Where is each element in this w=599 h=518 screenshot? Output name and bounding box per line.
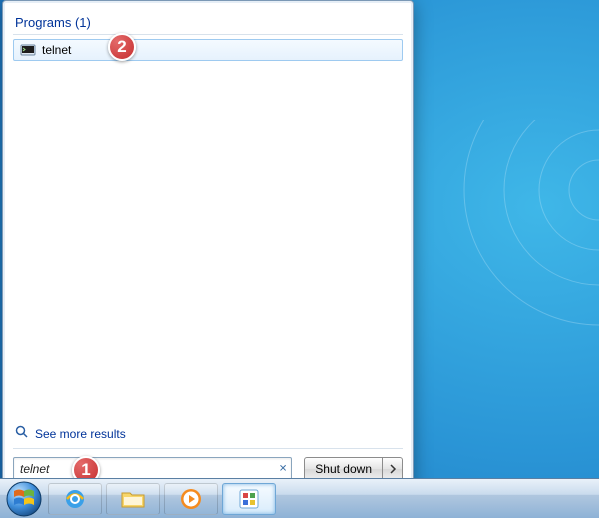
taskbar-item-explorer[interactable] (106, 483, 160, 515)
annotation-badge-2: 2 (108, 33, 136, 61)
start-button[interactable] (4, 479, 44, 518)
search-results: telnet (13, 39, 403, 421)
wallpaper-glow (399, 120, 599, 380)
result-item-telnet[interactable]: telnet (13, 39, 403, 61)
taskbar-item-media-player[interactable] (164, 483, 218, 515)
result-item-label: telnet (42, 43, 71, 57)
taskbar-item-active-app[interactable] (222, 483, 276, 515)
taskbar-item-ie[interactable] (48, 483, 102, 515)
divider (13, 34, 403, 35)
search-icon (15, 425, 29, 442)
search-input[interactable] (14, 458, 291, 480)
section-programs-header: Programs (1) (13, 9, 403, 32)
taskbar (0, 478, 599, 518)
chevron-right-icon (389, 464, 397, 474)
media-player-icon (178, 486, 204, 512)
terminal-icon (20, 42, 36, 58)
see-more-label: See more results (35, 427, 126, 441)
internet-explorer-icon (62, 486, 88, 512)
start-menu: Programs (1) telnet See more results (2, 0, 414, 490)
file-explorer-icon (120, 488, 146, 510)
app-icon (237, 487, 261, 511)
start-menu-footer: ✕ Shut down (13, 448, 403, 481)
see-more-results[interactable]: See more results (13, 421, 403, 448)
clear-search-icon[interactable]: ✕ (279, 464, 287, 475)
